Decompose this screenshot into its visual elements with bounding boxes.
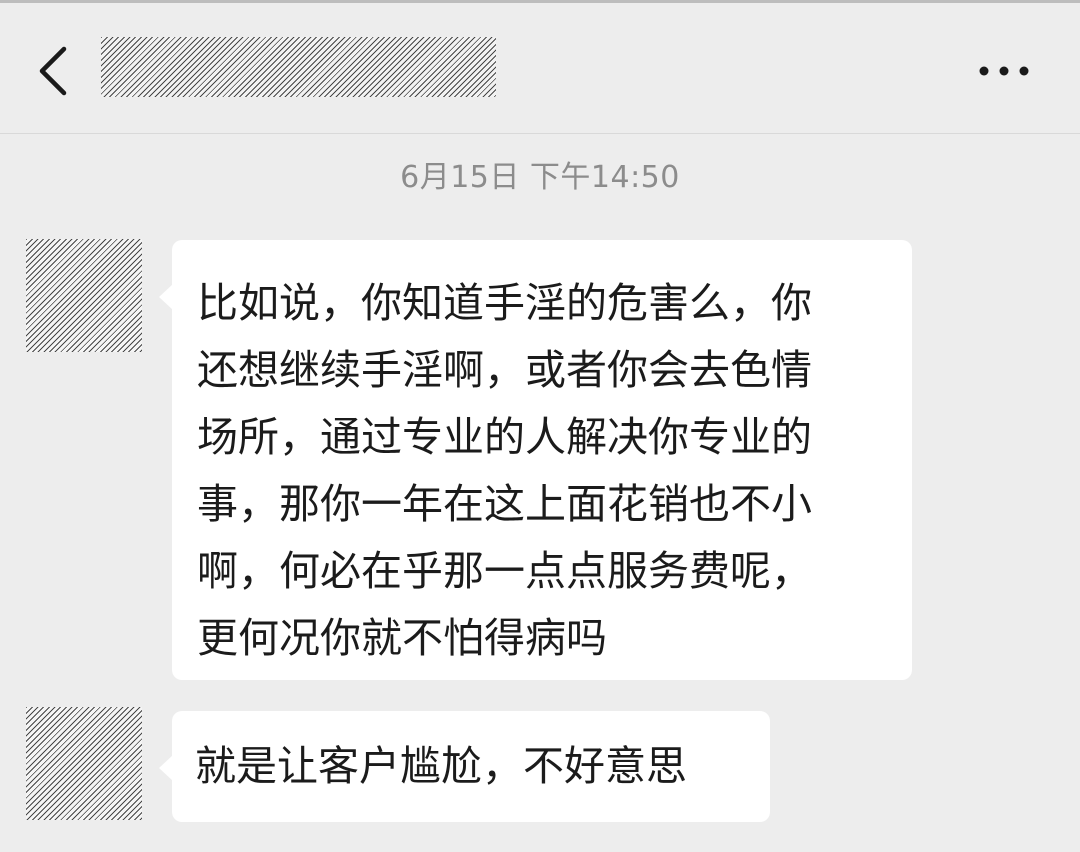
- message-text-line: 更何况你就不怕得病吗: [197, 614, 607, 662]
- message-text-line: 比如说，你知道手淫的危害么，你: [197, 279, 812, 327]
- message-text-line: 还想继续手淫啊，或者你会去色情: [197, 346, 812, 394]
- avatar[interactable]: [26, 239, 142, 352]
- message-text-line: 就是让客户尴尬，不好意思: [195, 742, 687, 790]
- more-horizontal-icon: [979, 66, 1029, 76]
- message-text-line: 啊，何必在乎那一点点服务费呢，: [197, 547, 812, 595]
- chevron-left-icon: [39, 46, 67, 96]
- message-bubble[interactable]: 就是让客户尴尬，不好意思: [159, 711, 770, 822]
- back-button[interactable]: [28, 39, 80, 99]
- chat-header: [0, 3, 1080, 134]
- message-bubble[interactable]: 比如说，你知道手淫的危害么，你 还想继续手淫啊，或者你会去色情 场所，通过专业的…: [159, 240, 912, 680]
- message-timestamp: 6月15日 下午14:50: [400, 160, 680, 195]
- message-text-line: 事，那你一年在这上面花销也不小: [197, 480, 812, 528]
- more-button[interactable]: [972, 53, 1036, 89]
- chat-title-redacted: [101, 37, 496, 97]
- avatar[interactable]: [26, 707, 142, 820]
- message-text-line: 场所，通过专业的人解决你专业的: [197, 413, 812, 461]
